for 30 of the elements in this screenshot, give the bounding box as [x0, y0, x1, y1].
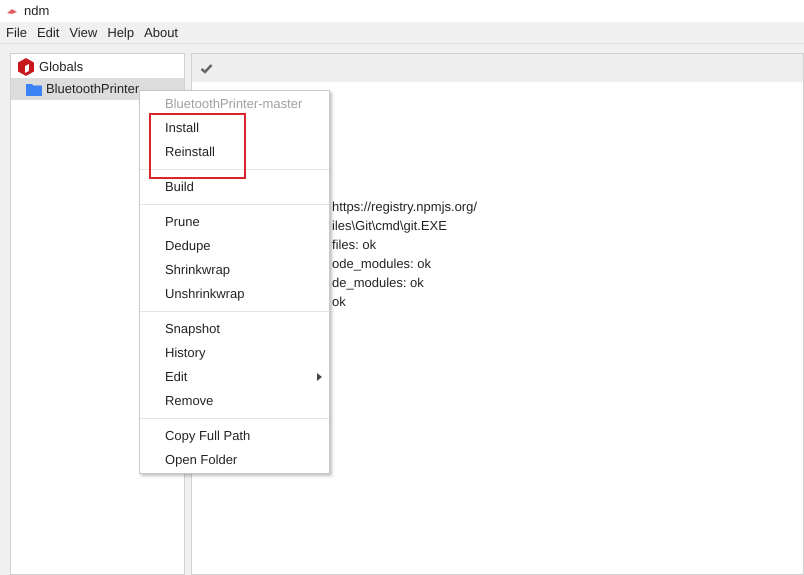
- menu-item[interactable]: Install: [140, 116, 329, 140]
- menu-item[interactable]: Unshrinkwrap: [140, 282, 329, 306]
- menu-item[interactable]: Edit: [140, 365, 329, 389]
- folder-icon: [26, 82, 42, 96]
- cube-icon: [17, 57, 35, 77]
- menu-item[interactable]: Copy Full Path: [140, 424, 329, 448]
- menu-item[interactable]: Help: [102, 22, 140, 42]
- window-title: ndm: [24, 2, 50, 20]
- menu-item[interactable]: File: [1, 22, 32, 42]
- menu-item[interactable]: Prune: [140, 210, 329, 234]
- menu-item[interactable]: Reinstall: [140, 140, 329, 164]
- output-line: de_modules: ok: [332, 274, 425, 292]
- check-icon[interactable]: [200, 62, 213, 74]
- menu-item[interactable]: Snapshot: [140, 317, 329, 341]
- menu-item[interactable]: Shrinkwrap: [140, 258, 329, 282]
- menu-item[interactable]: View: [64, 22, 102, 42]
- menu-item[interactable]: Remove: [140, 389, 329, 413]
- tree-item[interactable]: Globals: [11, 56, 184, 78]
- output-line: ok: [332, 293, 347, 311]
- app-icon: [6, 7, 18, 15]
- output-line: ode_modules: ok: [332, 255, 432, 273]
- output-line: files: ok: [332, 236, 378, 254]
- menu-item[interactable]: About: [139, 22, 184, 42]
- menu-item[interactable]: Edit: [32, 22, 64, 42]
- menu-item[interactable]: Open Folder: [140, 448, 329, 472]
- menu-item[interactable]: Dedupe: [140, 234, 329, 258]
- output-line: https://registry.npmjs.org/: [332, 198, 478, 216]
- output-line: iles\Git\cmd\git.EXE: [332, 217, 448, 235]
- menu-item[interactable]: Build: [140, 175, 329, 199]
- menu-item[interactable]: History: [140, 341, 329, 365]
